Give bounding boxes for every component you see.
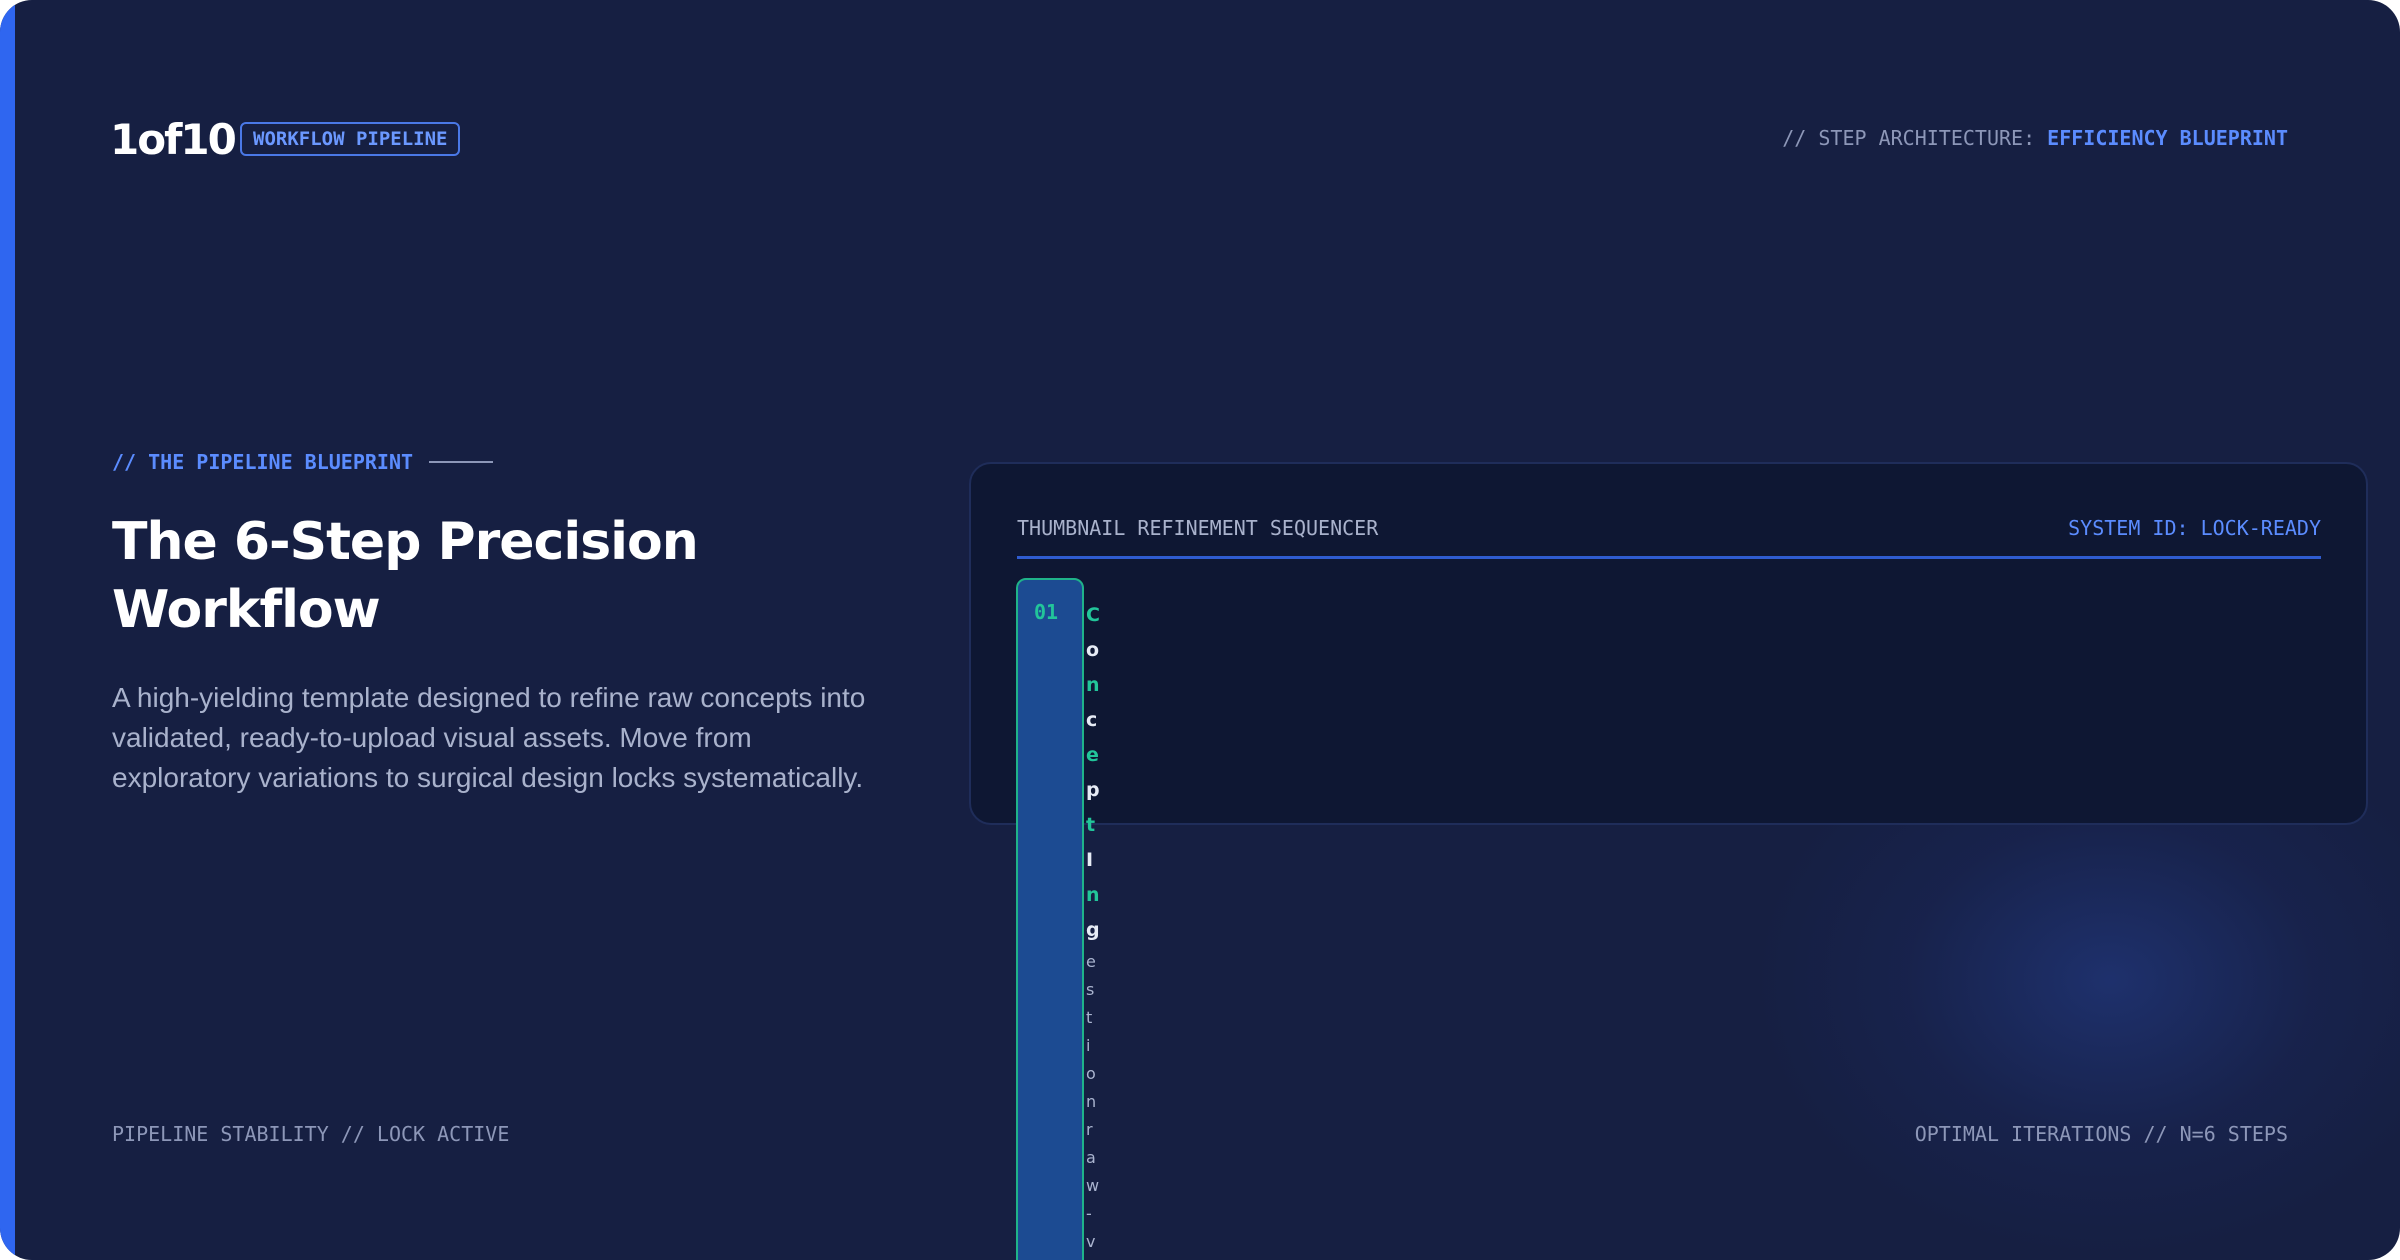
step-label-glyph: I bbox=[1086, 849, 1094, 871]
step-label-glyph: v bbox=[1086, 1232, 1096, 1251]
step-label-glyph: w bbox=[1086, 1176, 1100, 1195]
sequencer-panel: THUMBNAIL REFINEMENT SEQUENCER SYSTEM ID… bbox=[969, 462, 2368, 825]
step-label-glyph: s bbox=[1086, 980, 1095, 999]
step-label-glyph: g bbox=[1086, 919, 1100, 941]
workflow-badge: WORKFLOW PIPELINE bbox=[240, 122, 461, 156]
footer-status: PIPELINE STABILITY // LOCK ACTIVE bbox=[112, 1122, 510, 1146]
hero-description: A high-yielding template designed to ref… bbox=[112, 682, 866, 793]
step-label-glyph: e bbox=[1086, 744, 1099, 766]
step-label-glyph: a bbox=[1086, 1148, 1096, 1167]
eyebrow-text: // THE PIPELINE BLUEPRINT bbox=[112, 450, 414, 474]
step-label-glyph: i bbox=[1086, 1036, 1091, 1055]
footer-iterations: OPTIMAL ITERATIONS // N=6 STEPS bbox=[1914, 1122, 2288, 1146]
step-label-glyph: t bbox=[1086, 1008, 1093, 1027]
arch-value: EFFICIENCY BLUEPRINT bbox=[2047, 126, 2288, 150]
step-label-glyph: n bbox=[1086, 884, 1100, 906]
step-label-glyph: o bbox=[1086, 639, 1100, 661]
brand-logo: 1of10 bbox=[110, 115, 237, 164]
accent-bar bbox=[0, 0, 15, 1260]
step-label-glyph: o bbox=[1086, 1064, 1096, 1083]
panel-title: THUMBNAIL REFINEMENT SEQUENCER bbox=[1017, 516, 1379, 540]
step-label-glyph: r bbox=[1086, 1120, 1093, 1139]
step-label-stack: ConceptIngestionraw-v bbox=[1086, 598, 1116, 1256]
step-label-glyph: - bbox=[1086, 1204, 1092, 1223]
page-title: The 6-Step Precision Workflow bbox=[112, 512, 699, 640]
eyebrow-divider bbox=[429, 461, 494, 463]
step-architecture-label: // STEP ARCHITECTURE: EFFICIENCY BLUEPRI… bbox=[1782, 126, 2288, 150]
arch-prefix: // STEP ARCHITECTURE: bbox=[1782, 126, 2036, 150]
step-label-glyph: n bbox=[1086, 674, 1100, 696]
step-number: 01 bbox=[1034, 600, 1059, 624]
step-label-glyph: e bbox=[1086, 952, 1096, 971]
step-card-01[interactable] bbox=[1016, 578, 1084, 1260]
step-label-glyph: p bbox=[1086, 779, 1100, 801]
step-label-glyph: C bbox=[1086, 604, 1100, 626]
step-label-glyph: c bbox=[1086, 709, 1098, 731]
panel-header: THUMBNAIL REFINEMENT SEQUENCER SYSTEM ID… bbox=[1017, 510, 2321, 559]
step-label-glyph: n bbox=[1086, 1092, 1097, 1111]
section-eyebrow: // THE PIPELINE BLUEPRINT bbox=[112, 450, 494, 474]
slide-frame: 1of10 WORKFLOW PIPELINE // STEP ARCHITEC… bbox=[0, 0, 2400, 1260]
step-label-glyph: t bbox=[1086, 814, 1096, 836]
system-id: SYSTEM ID: LOCK-READY bbox=[2068, 516, 2321, 540]
